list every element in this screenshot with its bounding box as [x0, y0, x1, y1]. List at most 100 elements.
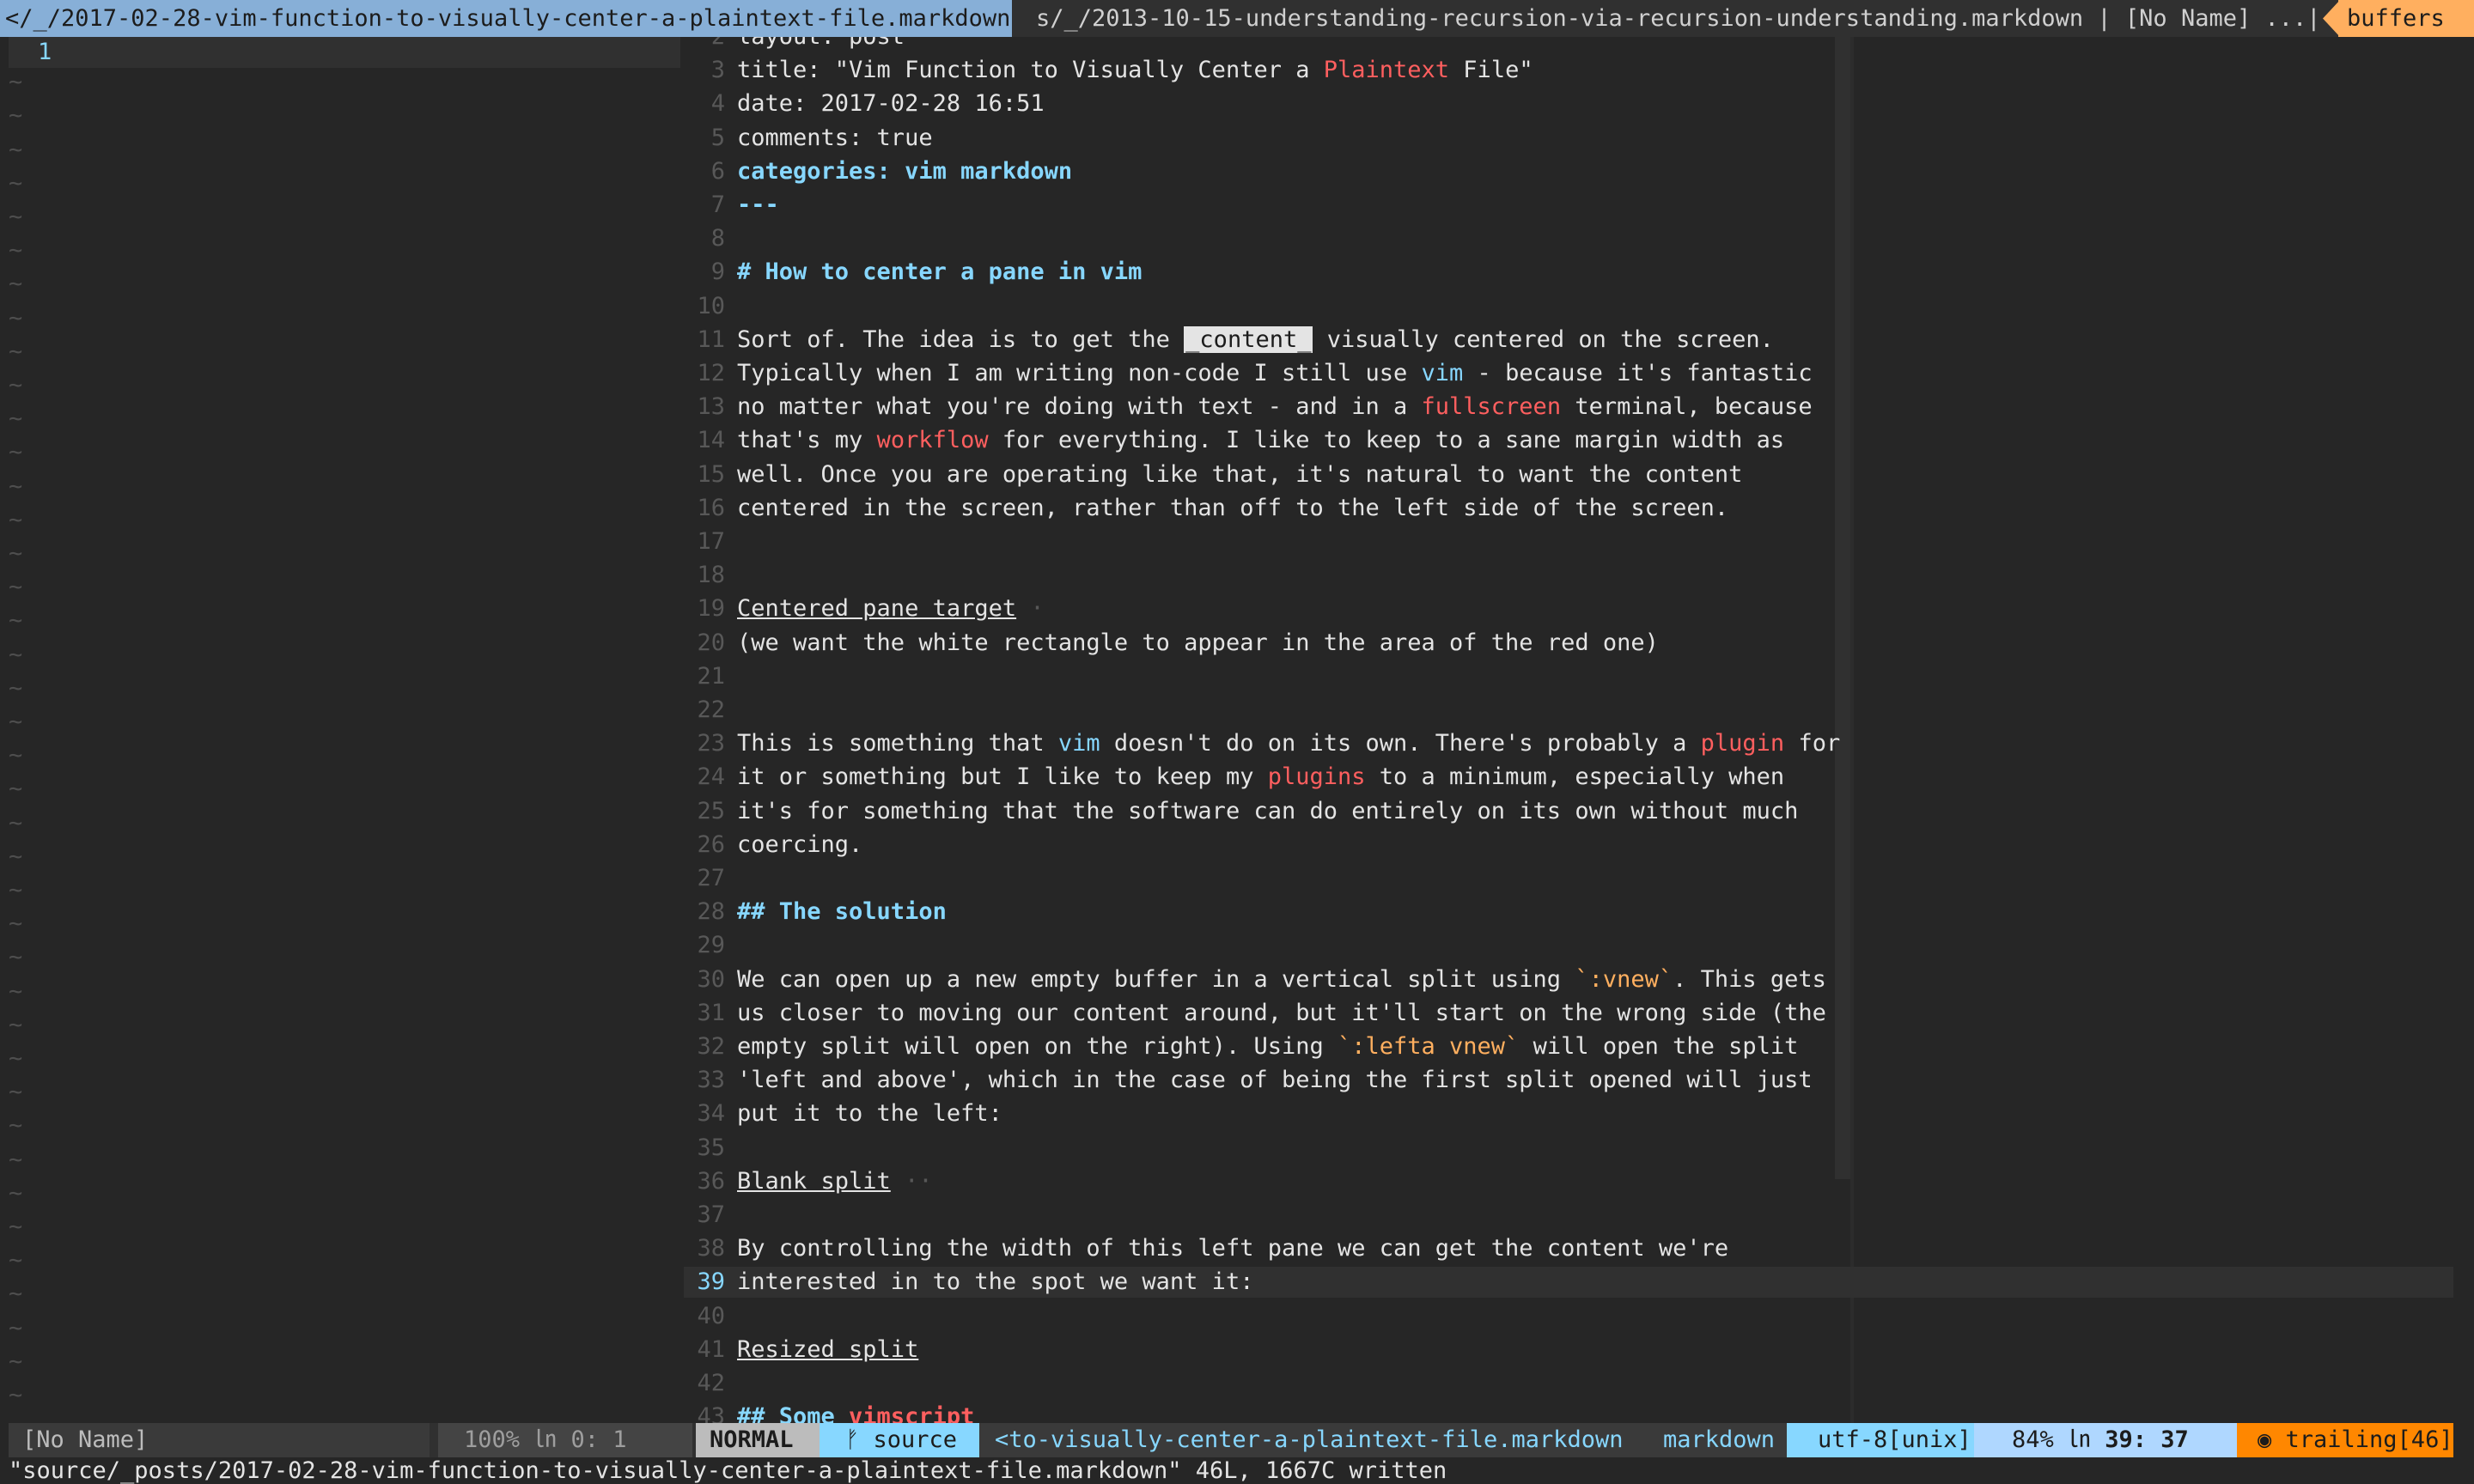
empty-line-tilde: ~: [9, 506, 23, 533]
line-text: ## The solution: [737, 898, 947, 926]
editor-line[interactable]: 15 well. Once you are operating like that…: [684, 459, 2453, 490]
editor-line[interactable]: 13 no matter what you're doing with text …: [684, 392, 2453, 423]
empty-line-tilde: ~: [9, 69, 23, 96]
editor-line[interactable]: 27: [684, 863, 2453, 894]
empty-line-tilde: ~: [9, 204, 23, 230]
line-text: coercing.: [737, 830, 863, 858]
line-number: 7: [710, 192, 725, 218]
empty-line-tilde: ~: [9, 910, 23, 938]
line-text: Resized split: [737, 1335, 919, 1363]
line-text: layout: post: [737, 37, 905, 50]
tab-other-files[interactable]: s/_/2013-10-15-understanding-recursion-v…: [1036, 0, 2316, 37]
buffers-label[interactable]: buffers: [2338, 0, 2474, 37]
editor-line[interactable]: 35: [684, 1133, 2453, 1164]
editor-line[interactable]: 11 Sort of. The idea is to get the _conte…: [684, 325, 2453, 356]
editor-line[interactable]: 40: [684, 1301, 2453, 1332]
editor-line[interactable]: 18: [684, 560, 2453, 591]
line-text: date: 2017-02-28 16:51: [737, 90, 1045, 118]
line-text: vimscript: [849, 1403, 975, 1423]
editor-line[interactable]: 38 By controlling the width of this left …: [684, 1233, 2453, 1264]
left-empty-pane[interactable]: 1 ~ ~ ~ ~ ~ ~ ~ ~ ~ ~ ~ ~ ~ ~ ~ ~ ~ ~ ~ ~ ~ ~ ~ ~ ~ ~ ~ ~ ~ ~ ~ ~ ~ ~ ~ ~ ~ ~…: [9, 37, 680, 1423]
editor-line[interactable]: 2layout: post: [684, 37, 2453, 52]
editor-line[interactable]: 32 empty split will open on the right). U…: [684, 1031, 2453, 1062]
editor-line[interactable]: 31 us closer to moving our content around…: [684, 998, 2453, 1029]
editor-line[interactable]: 41 Resized split: [684, 1335, 2453, 1365]
git-branch: ᚠ source: [820, 1423, 979, 1457]
line-text: `:lefta vnew`: [1337, 1033, 1520, 1060]
editor-line[interactable]: 17: [684, 526, 2453, 557]
empty-line-tilde: ~: [9, 1382, 23, 1408]
line-text: Centered pane target: [737, 595, 1017, 623]
empty-line-tilde: ~: [9, 1280, 23, 1308]
line-text: We can open up a new empty buffer in a v…: [737, 965, 1575, 993]
editor-line[interactable]: 26 coercing.: [684, 830, 2453, 861]
line-number: 30: [697, 965, 725, 993]
left-pane-cursorline: [9, 37, 680, 68]
empty-line-tilde: ~: [9, 136, 23, 163]
editor-line[interactable]: 16 centered in the screen, rather than of…: [684, 493, 2453, 524]
line-text: _content_: [1184, 325, 1313, 353]
left-pane-line-number: 1: [38, 39, 52, 65]
editor-line[interactable]: 5 comments: true: [684, 123, 2453, 154]
editor-line[interactable]: 29: [684, 930, 2453, 961]
editor-line[interactable]: 25 it's for something that the software c…: [684, 796, 2453, 827]
line-text: empty split will open on the right). Usi…: [737, 1033, 1338, 1060]
line-number: 15: [697, 460, 725, 488]
line-number: 25: [697, 797, 725, 824]
editor-line[interactable]: 4 date: 2017-02-28 16:51: [684, 88, 2453, 119]
editor-line[interactable]: 43 ## Some vimscript: [684, 1402, 2453, 1423]
editor-line[interactable]: 23 This is something that vim doesn't do …: [684, 728, 2453, 759]
empty-line-tilde: ~: [9, 775, 23, 803]
empty-line-tilde: ~: [9, 977, 23, 1005]
line-text: no matter what you're doing with text - …: [737, 393, 1422, 421]
editor-line[interactable]: 9 # How to center a pane in vim: [684, 257, 2453, 288]
line-text: comments: true: [737, 124, 933, 151]
editor-line[interactable]: 22: [684, 695, 2453, 726]
scroll-percent: 84% ㏑: [2012, 1426, 2105, 1453]
editor-line[interactable]: 39 interested in to the spot we want it:: [684, 1267, 2453, 1298]
line-text: `:vnew`: [1575, 965, 1673, 993]
line-number: 5: [710, 124, 725, 151]
line-text: interested in to the spot we want it:: [737, 1268, 1254, 1296]
editor-line[interactable]: 10: [684, 291, 2453, 322]
line-text: ·: [1016, 595, 1045, 623]
buffers-separator-icon: [2323, 0, 2340, 37]
line-text: plugin: [1700, 730, 1785, 757]
line-number: 22: [697, 696, 725, 723]
line-number: 14: [697, 427, 725, 454]
tabline: </_/2017-02-28-vim-function-to-visually-…: [0, 0, 2474, 37]
editor-line[interactable]: 36 Blank split ··: [684, 1166, 2453, 1197]
line-number: 31: [697, 999, 725, 1026]
editor-line[interactable]: 28 ## The solution: [684, 897, 2453, 928]
editor-line[interactable]: 37: [684, 1200, 2453, 1231]
line-text: vim: [1100, 258, 1143, 286]
line-number: 32: [697, 1033, 725, 1060]
command-line[interactable]: "source/_posts/2017-02-28-vim-function-t…: [0, 1457, 2474, 1484]
editor-line[interactable]: 42: [684, 1368, 2453, 1399]
editor-line[interactable]: 34 put it to the left:: [684, 1098, 2453, 1129]
editor-line[interactable]: 30 We can open up a new empty buffer in a…: [684, 964, 2453, 995]
line-number: 8: [710, 225, 725, 252]
statusline-left-buffer-name: [No Name]: [9, 1423, 430, 1457]
editor-line[interactable]: 33 'left and above', which in the case of…: [684, 1065, 2453, 1096]
empty-line-tilde: ~: [9, 472, 23, 500]
line-number: 10: [697, 292, 725, 319]
editor-line[interactable]: 19 Centered pane target ·: [684, 593, 2453, 624]
editor-line[interactable]: 20 (we want the white rectangle to appear…: [684, 628, 2453, 659]
editor-line[interactable]: 3 title: "Vim Function to Visually Center…: [684, 55, 2453, 86]
editor-line[interactable]: 21: [684, 661, 2453, 692]
editor-pane[interactable]: 2layout: post 3 title: "Vim Function to Vi…: [684, 37, 2453, 1423]
editor-line[interactable]: 8: [684, 223, 2453, 254]
editor-line[interactable]: 12 Typically when I am writing non-code I…: [684, 358, 2453, 389]
empty-line-tilde: ~: [9, 1314, 23, 1341]
editor-line[interactable]: 24 it or something but I like to keep my …: [684, 762, 2453, 793]
tab-active-file[interactable]: </_/2017-02-28-vim-function-to-visually-…: [0, 0, 1012, 37]
line-number: 27: [697, 865, 725, 891]
line-text: terminal, because: [1561, 393, 1813, 421]
editor-line[interactable]: 6 categories: vim markdown: [684, 156, 2453, 187]
editor-line[interactable]: 7 ---: [684, 190, 2453, 221]
editor-line[interactable]: 14 that's my workflow for everything. I l…: [684, 425, 2453, 456]
line-column: 39: 37: [2105, 1426, 2189, 1453]
line-text: visually centered on the screen.: [1313, 325, 1774, 353]
line-number: 6: [710, 157, 725, 185]
